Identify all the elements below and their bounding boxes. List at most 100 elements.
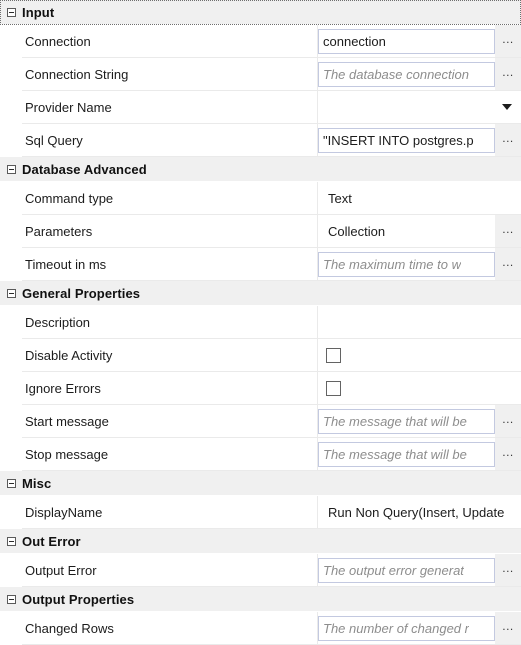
value-wrapper: The number of changed r... [318,612,521,644]
property-value-connection-string: The database connection... [318,58,521,91]
value-wrapper [318,372,521,404]
input-text-connection-string: The database connection [323,66,469,82]
value-text-displayname[interactable]: Run Non Query(Insert, Update [323,505,521,520]
ellipsis-button-changed-rows[interactable]: ... [495,612,521,644]
dropdown-provider-name[interactable] [318,91,521,123]
property-row-command-type: Command type Text [0,182,521,215]
value-wrapper [318,339,521,371]
input-connection[interactable]: connection [318,28,495,54]
collapse-minus-icon[interactable] [0,536,22,546]
collapse-minus-icon[interactable] [0,164,22,174]
value-text-command-type[interactable]: Text [323,191,521,206]
row-gutter [0,215,22,248]
property-row-sql-query: Sql Query "INSERT INTO postgres.p... [0,124,521,157]
property-value-disable-activity [318,339,521,372]
property-value-timeout-in-ms: The maximum time to w... [318,248,521,281]
property-value-stop-message: The message that will be... [318,438,521,471]
row-gutter [0,339,22,372]
ellipsis-button-start-message[interactable]: ... [495,405,521,437]
property-label-description: Description [22,306,318,339]
expander-glyph [6,7,16,17]
collapse-minus-icon[interactable] [0,478,22,488]
ellipsis-button-stop-message[interactable]: ... [495,438,521,470]
property-label-displayname: DisplayName [22,496,318,529]
value-wrapper [318,306,521,338]
input-sql-query[interactable]: "INSERT INTO postgres.p [318,127,495,153]
section-header-misc[interactable]: Misc [0,471,521,496]
property-label-changed-rows: Changed Rows [22,612,318,645]
value-wrapper: The maximum time to w... [318,248,521,280]
property-row-timeout-in-ms: Timeout in ms The maximum time to w... [0,248,521,281]
collapse-minus-icon[interactable] [0,7,22,17]
checkbox-wrapper-ignore-errors [318,380,521,396]
ellipsis-button-connection[interactable]: ... [495,25,521,57]
ellipsis-button-parameters[interactable]: ... [495,215,521,247]
property-value-output-error: The output error generat... [318,554,521,587]
property-label-sql-query: Sql Query [22,124,318,157]
section-title-output-properties: Output Properties [22,591,135,607]
value-text-parameters[interactable]: Collection [323,224,495,239]
row-gutter [0,25,22,58]
row-gutter [0,612,22,645]
property-label-output-error: Output Error [22,554,318,587]
property-value-sql-query: "INSERT INTO postgres.p... [318,124,521,157]
input-timeout-in-ms[interactable]: The maximum time to w [318,251,495,277]
section-title-general-properties: General Properties [22,285,141,301]
value-wrapper [318,91,521,123]
ellipsis-button-output-error[interactable]: ... [495,554,521,586]
value-wrapper: The output error generat... [318,554,521,586]
input-connection-string[interactable]: The database connection [318,61,495,87]
checkbox-ignore-errors[interactable] [326,380,341,396]
value-wrapper: connection... [318,25,521,57]
property-label-connection: Connection [22,25,318,58]
property-value-parameters: Collection... [318,215,521,248]
property-row-output-error: Output Error The output error generat... [0,554,521,587]
input-stop-message[interactable]: The message that will be [318,441,495,467]
ellipsis-button-connection-string[interactable]: ... [495,58,521,90]
row-gutter [0,438,22,471]
section-header-general-properties[interactable]: General Properties [0,281,521,306]
property-label-parameters: Parameters [22,215,318,248]
property-row-changed-rows: Changed Rows The number of changed r... [0,612,521,645]
collapse-minus-icon[interactable] [0,288,22,298]
property-value-start-message: The message that will be... [318,405,521,438]
property-label-stop-message: Stop message [22,438,318,471]
input-text-sql-query: "INSERT INTO postgres.p [323,132,474,148]
property-label-ignore-errors: Ignore Errors [22,372,318,405]
property-row-stop-message: Stop message The message that will be... [0,438,521,471]
property-row-displayname: DisplayName Run Non Query(Insert, Update [0,496,521,529]
input-text-connection: connection [323,33,386,49]
row-gutter [0,124,22,157]
section-header-input[interactable]: Input [0,0,521,25]
expander-glyph [6,164,16,174]
input-changed-rows[interactable]: The number of changed r [318,615,495,641]
section-header-out-error[interactable]: Out Error [0,529,521,554]
property-row-disable-activity: Disable Activity [0,339,521,372]
property-value-description [318,306,521,339]
input-output-error[interactable]: The output error generat [318,557,495,583]
property-row-parameters: Parameters Collection... [0,215,521,248]
expander-glyph [6,536,16,546]
property-row-connection-string: Connection String The database connection… [0,58,521,91]
input-text-timeout-in-ms: The maximum time to w [323,256,461,272]
row-gutter [0,248,22,281]
property-value-displayname: Run Non Query(Insert, Update [318,496,521,529]
property-label-timeout-in-ms: Timeout in ms [22,248,318,281]
ellipsis-button-timeout-in-ms[interactable]: ... [495,248,521,280]
ellipsis-button-sql-query[interactable]: ... [495,124,521,156]
value-wrapper: Collection... [323,215,521,247]
row-gutter [0,182,22,215]
property-value-ignore-errors [318,372,521,405]
collapse-minus-icon[interactable] [0,594,22,604]
property-value-connection: connection... [318,25,521,58]
input-text-start-message: The message that will be [323,413,467,429]
value-wrapper: The message that will be... [318,438,521,470]
input-text-changed-rows: The number of changed r [323,620,469,636]
property-label-start-message: Start message [22,405,318,438]
checkbox-disable-activity[interactable] [326,347,341,363]
input-text-output-error: The output error generat [323,562,464,578]
expander-glyph [6,478,16,488]
section-header-database-advanced[interactable]: Database Advanced [0,157,521,182]
input-start-message[interactable]: The message that will be [318,408,495,434]
row-gutter [0,306,22,339]
